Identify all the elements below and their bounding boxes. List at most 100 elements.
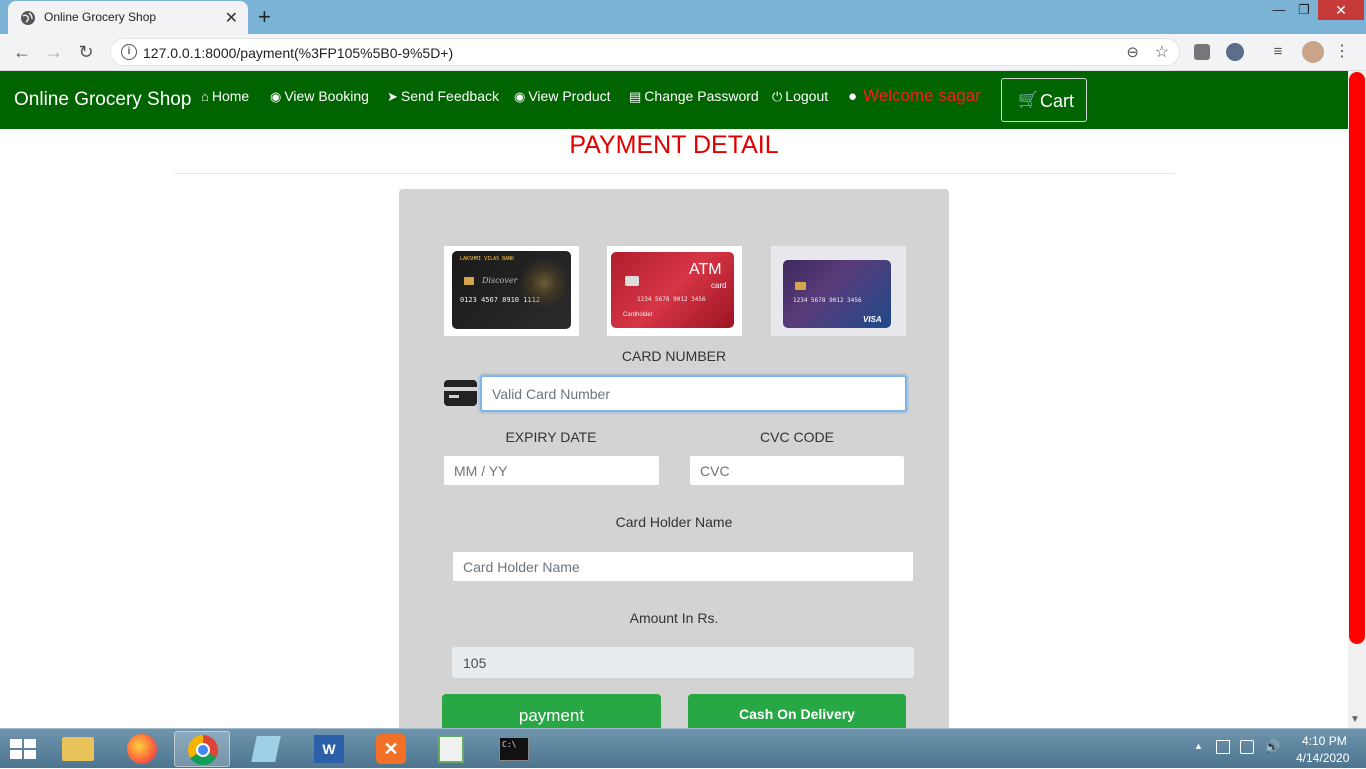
eye-icon: ◉ — [270, 89, 282, 104]
card2-number: 1234 5678 9012 3456 — [637, 296, 706, 303]
welcome-user: ● Welcome sagar — [848, 86, 981, 106]
power-status-icon[interactable] — [1240, 740, 1254, 754]
amount-label: Amount In Rs. — [629, 610, 719, 626]
card2-sub: card — [711, 281, 727, 290]
text-editor-icon[interactable] — [424, 731, 480, 767]
nav-change-password[interactable]: ▤ Change Password — [629, 88, 759, 105]
cart-button[interactable]: 🛒 Cart — [1001, 78, 1087, 122]
window-close-icon[interactable]: ✕ — [1318, 0, 1364, 20]
card2-title: ATM — [689, 261, 722, 278]
send-icon: ➤ — [387, 89, 398, 104]
show-hidden-icons-icon[interactable]: ▲ — [1194, 741, 1203, 751]
address-bar[interactable]: i 127.0.0.1:8000/payment(%3FP105%5B0-9%5… — [110, 38, 1180, 66]
site-info-icon[interactable]: i — [121, 44, 137, 60]
scroll-down-icon[interactable]: ▼ — [1350, 714, 1360, 725]
more-menu-icon[interactable]: ⋮ — [1332, 42, 1352, 62]
nav-send-feedback-label: Send Feedback — [400, 88, 499, 104]
forward-icon[interactable]: → — [44, 42, 64, 62]
command-prompt-icon[interactable]: C:\ — [486, 731, 542, 767]
browser-tab[interactable]: Online Grocery Shop ✕ — [8, 1, 248, 34]
card-holder-input[interactable] — [453, 552, 913, 581]
back-icon[interactable]: ← — [12, 42, 32, 62]
card-holder-field[interactable] — [452, 551, 914, 582]
nav-logout[interactable]: ⏻ Logout — [772, 88, 828, 105]
cvc-label: CVC CODE — [760, 429, 834, 445]
xampp-icon[interactable]: ✕ — [363, 731, 419, 767]
bookmark-star-icon[interactable]: ☆ — [1155, 42, 1169, 62]
zoom-icon[interactable]: ⊖ — [1126, 43, 1139, 61]
card-holder-label: Card Holder Name — [615, 514, 733, 530]
chip-icon — [625, 276, 639, 286]
nav-home[interactable]: ⌂ Home — [201, 88, 249, 104]
card1-bank: LAKSHMI VILAS BANK — [460, 256, 515, 262]
clock-date[interactable]: 4/14/2020 — [1296, 751, 1349, 765]
power-icon: ⏻ — [772, 89, 783, 104]
card3-number: 1234 5678 9012 3456 — [793, 297, 862, 304]
extension-cursor-icon[interactable] — [1226, 43, 1244, 61]
card-number-input[interactable] — [482, 377, 905, 410]
network-icon[interactable] — [1216, 740, 1230, 754]
reload-icon[interactable]: ↻ — [76, 42, 96, 62]
nav-logout-label: Logout — [785, 88, 829, 104]
chrome-icon[interactable] — [174, 731, 230, 767]
os-taskbar: W ✕ C:\ ▲ 🔊 — [0, 728, 1366, 768]
card3-brand: VISA — [863, 315, 882, 324]
nav-view-booking[interactable]: ◉ View Booking — [270, 88, 369, 105]
expiry-input[interactable] — [444, 456, 659, 485]
nav-change-password-label: Change Password — [644, 88, 759, 104]
profile-avatar[interactable] — [1302, 41, 1324, 63]
divider — [175, 173, 1175, 174]
chip-icon — [464, 277, 474, 285]
nav-home-label: Home — [211, 88, 250, 104]
card-number-label: CARD NUMBER — [621, 348, 727, 364]
cvc-input[interactable] — [690, 456, 904, 485]
media-queue-icon[interactable]: ≡ — [1268, 42, 1288, 62]
cvc-field[interactable] — [689, 455, 905, 486]
scrollbar-thumb[interactable] — [1349, 72, 1365, 644]
new-tab-icon[interactable]: + — [258, 4, 271, 30]
tab-title: Online Grocery Shop — [44, 10, 157, 24]
nav-view-product[interactable]: ◉ View Product — [514, 88, 611, 105]
close-tab-icon[interactable]: ✕ — [225, 8, 238, 28]
card1-brand: Discover — [482, 276, 518, 285]
card-image-visa: 1234 5678 9012 3456 VISA — [771, 246, 906, 336]
expiry-label: EXPIRY DATE — [505, 429, 597, 445]
notepad-icon[interactable] — [238, 731, 294, 767]
file-explorer-icon[interactable] — [50, 731, 106, 767]
nav-view-booking-label: View Booking — [284, 88, 369, 104]
expiry-field[interactable] — [443, 455, 660, 486]
eye-icon: ◉ — [514, 89, 526, 104]
cart-label: Cart — [1040, 91, 1075, 111]
browser-toolbar: ← → ↻ i 127.0.0.1:8000/payment(%3FP105%5… — [0, 34, 1366, 71]
nav-view-product-label: View Product — [528, 88, 611, 104]
browser-tab-strip: Online Grocery Shop ✕ + — ❐ ✕ — [0, 0, 1366, 34]
extension-cube-icon[interactable] — [1194, 44, 1210, 60]
volume-icon[interactable]: 🔊 — [1264, 739, 1280, 755]
windows-start-icon[interactable] — [6, 735, 40, 763]
card-image-discover: LAKSHMI VILAS BANK Discover 0123 4567 89… — [444, 246, 579, 336]
card2-holder: Cardholder — [623, 312, 653, 318]
home-icon: ⌂ — [201, 89, 209, 104]
globe-icon — [21, 11, 35, 25]
user-icon: ● — [848, 88, 858, 105]
card1-tree-graphic — [522, 259, 566, 319]
page-title: PAYMENT DETAIL — [569, 131, 779, 159]
minimize-icon[interactable]: — — [1272, 2, 1286, 22]
cart-icon: 🛒 — [1018, 92, 1038, 109]
url-text: 127.0.0.1:8000/payment(%3FP105%5B0-9%5D+… — [143, 45, 454, 61]
card-image-atm: ATM card 1234 5678 9012 3456 Cardholder — [607, 246, 742, 336]
firefox-icon[interactable] — [115, 731, 171, 767]
welcome-text: Welcome sagar — [863, 86, 981, 105]
document-icon: ▤ — [629, 89, 642, 104]
credit-card-icon — [444, 380, 477, 406]
site-navbar: Online Grocery Shop ⌂ Home ◉ View Booking … — [0, 71, 1348, 129]
nav-send-feedback[interactable]: ➤ Send Feedback — [387, 88, 499, 105]
amount-input — [453, 648, 913, 677]
amount-field — [452, 647, 914, 678]
restore-icon[interactable]: ❐ — [1296, 2, 1312, 22]
card-number-field[interactable] — [480, 375, 907, 412]
site-brand[interactable]: Online Grocery Shop — [14, 89, 191, 111]
chip-icon — [795, 282, 806, 290]
clock-time[interactable]: 4:10 PM — [1302, 734, 1347, 748]
word-icon[interactable]: W — [301, 731, 357, 767]
